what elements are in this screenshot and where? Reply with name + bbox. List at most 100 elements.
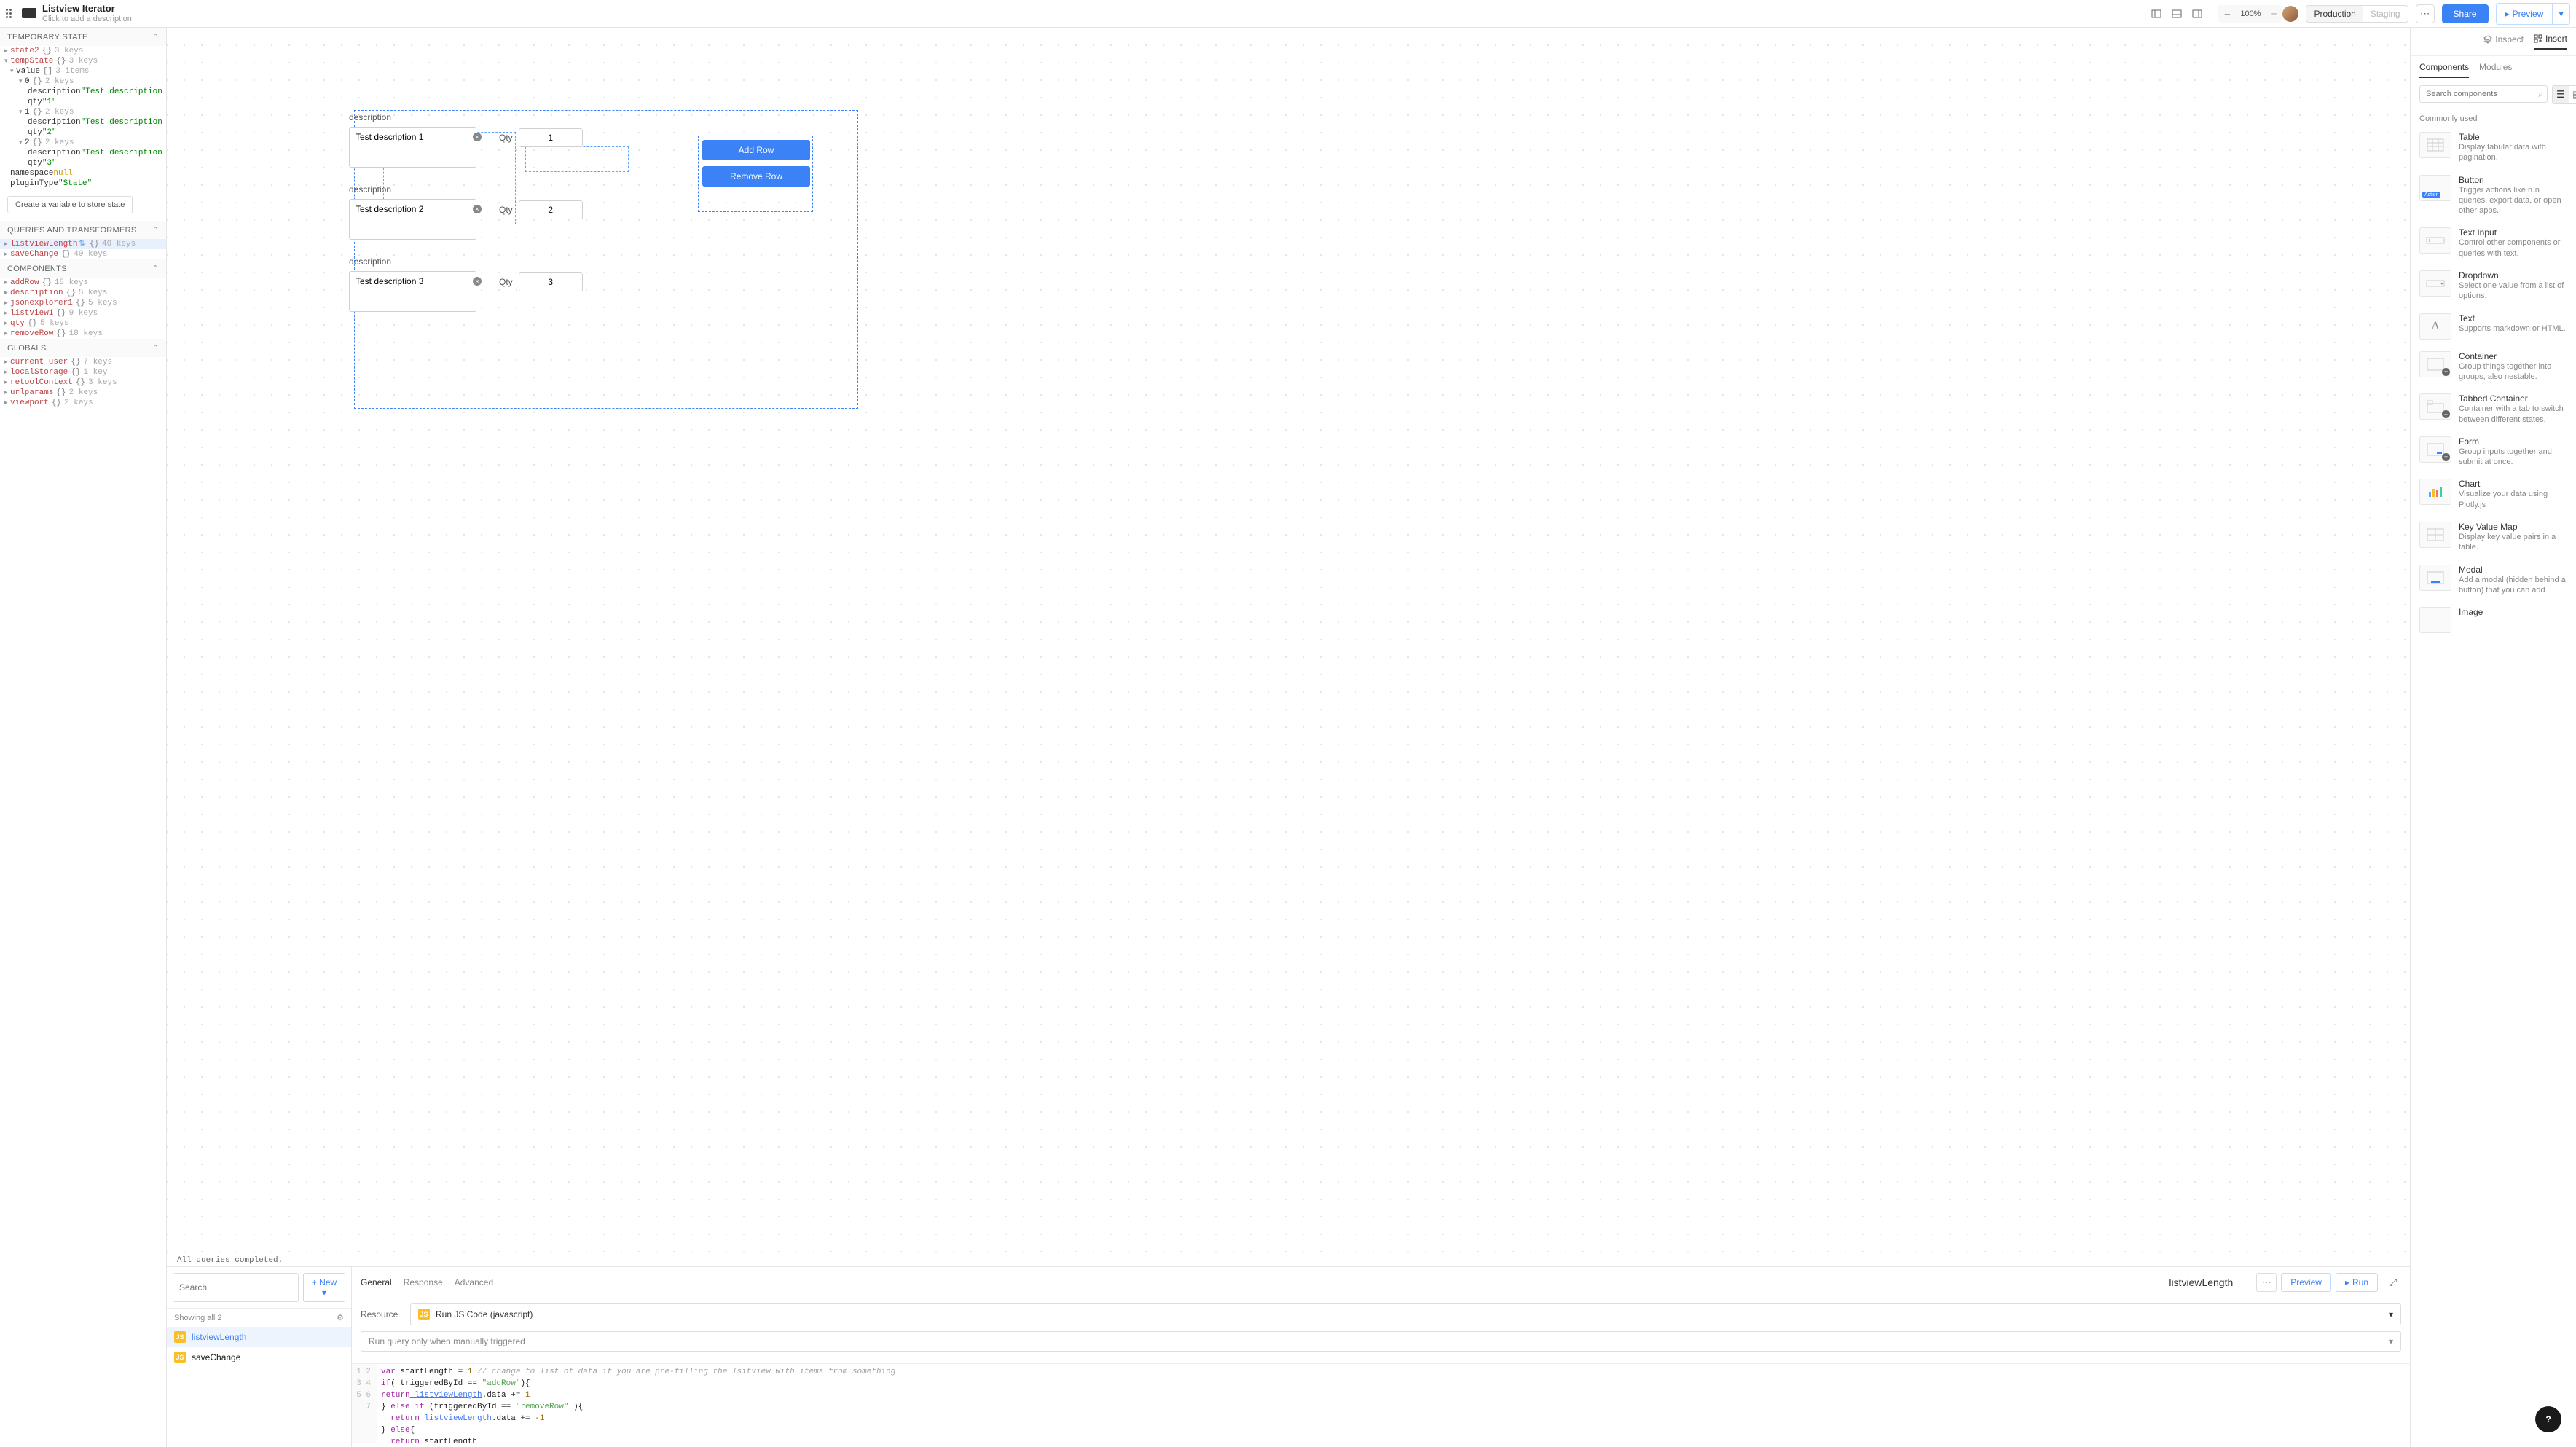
- avatar[interactable]: [2282, 6, 2298, 22]
- tree-leaf[interactable]: qty "3": [0, 158, 166, 168]
- js-badge-icon: JS: [418, 1309, 430, 1320]
- component-button[interactable]: ActionButtonTrigger actions like run que…: [2416, 169, 2570, 222]
- tree-leaf[interactable]: description "Test description 1": [0, 87, 166, 97]
- filter-icon[interactable]: ⚙: [337, 1313, 344, 1322]
- component-container[interactable]: +ContainerGroup things together into gro…: [2416, 345, 2570, 388]
- query-run-button[interactable]: ▸ Run: [2336, 1273, 2378, 1292]
- grid-view-button[interactable]: ▦: [2569, 86, 2576, 103]
- clear-icon[interactable]: ×: [473, 133, 482, 141]
- page-subtitle[interactable]: Click to add a description: [42, 15, 132, 23]
- tree-node-value[interactable]: ▾value[]3 items: [0, 66, 166, 77]
- component-table[interactable]: TableDisplay tabular data with paginatio…: [2416, 126, 2570, 169]
- tree-leaf[interactable]: description "Test description 3": [0, 148, 166, 158]
- tree-leaf-plugintype[interactable]: pluginType "State": [0, 179, 166, 189]
- tree-node-global[interactable]: ▸viewport{}2 keys: [0, 398, 166, 408]
- tree-node-item-2[interactable]: ▾2{}2 keys: [0, 138, 166, 148]
- globals-header[interactable]: GLOBALS⌃: [0, 339, 166, 357]
- drag-handle-icon[interactable]: [6, 8, 16, 18]
- tree-node-listviewlength[interactable]: ▸listviewLength⇅{}40 keys: [0, 239, 166, 249]
- tree-node-comp[interactable]: ▸addRow{}18 keys: [0, 278, 166, 288]
- temporary-state-header[interactable]: TEMPORARY STATE⌃: [0, 28, 166, 46]
- resource-select[interactable]: JSRun JS Code (javascript)▾: [410, 1303, 2401, 1325]
- component-dropdown[interactable]: DropdownSelect one value from a list of …: [2416, 264, 2570, 307]
- zoom-out-button[interactable]: –: [2220, 7, 2234, 21]
- subtab-modules[interactable]: Modules: [2479, 62, 2512, 78]
- line-gutter: 1 2 3 4 5 6 7: [352, 1364, 377, 1443]
- component-image[interactable]: Image: [2416, 601, 2570, 639]
- tree-node-tempstate[interactable]: ▾tempState{}3 keys: [0, 56, 166, 66]
- create-variable-button[interactable]: Create a variable to store state: [7, 196, 133, 213]
- description-input[interactable]: [349, 271, 476, 312]
- remove-row-button[interactable]: Remove Row: [702, 166, 810, 187]
- tree-leaf-namespace[interactable]: namespace null: [0, 168, 166, 179]
- qty-input[interactable]: [519, 128, 583, 147]
- query-search-input[interactable]: [173, 1273, 299, 1302]
- components-header[interactable]: COMPONENTS⌃: [0, 259, 166, 278]
- description-input[interactable]: [349, 199, 476, 240]
- subtab-components[interactable]: Components: [2419, 62, 2469, 78]
- tree-node-global[interactable]: ▸current_user{}7 keys: [0, 357, 166, 367]
- tab-general[interactable]: General: [361, 1276, 392, 1289]
- qty-input[interactable]: [519, 200, 583, 219]
- layout-bottom-icon[interactable]: [2169, 6, 2185, 22]
- list-view-button[interactable]: ☰: [2553, 86, 2569, 103]
- trigger-select[interactable]: Run query only when manually triggered▾: [361, 1331, 2401, 1352]
- qty-input[interactable]: [519, 272, 583, 291]
- share-button[interactable]: Share: [2442, 4, 2489, 23]
- component-tabbed[interactable]: +Tabbed ContainerContainer with a tab to…: [2416, 388, 2570, 431]
- component-chart[interactable]: ChartVisualize your data using Plotly.js: [2416, 473, 2570, 516]
- layout-left-icon[interactable]: [2148, 6, 2164, 22]
- component-kvm[interactable]: Key Value MapDisplay key value pairs in …: [2416, 516, 2570, 559]
- tree-node-global[interactable]: ▸retoolContext{}3 keys: [0, 377, 166, 388]
- tree-node-comp[interactable]: ▸qty{}5 keys: [0, 318, 166, 329]
- clear-icon[interactable]: ×: [473, 205, 482, 213]
- tree-node-item-1[interactable]: ▾1{}2 keys: [0, 107, 166, 117]
- tree-leaf[interactable]: qty "2": [0, 128, 166, 138]
- code-content[interactable]: var startLength = 1 // change to list of…: [377, 1364, 900, 1443]
- code-editor[interactable]: 1 2 3 4 5 6 7 var startLength = 1 // cha…: [352, 1363, 2410, 1443]
- component-form[interactable]: +FormGroup inputs together and submit at…: [2416, 431, 2570, 474]
- tree-node-comp[interactable]: ▸description{}5 keys: [0, 288, 166, 298]
- add-row-button[interactable]: Add Row: [702, 140, 810, 160]
- query-preview-button[interactable]: Preview: [2281, 1273, 2331, 1292]
- tree-node-global[interactable]: ▸localStorage{}1 key: [0, 367, 166, 377]
- queries-panel: + New ▾ Showing all 2⚙ JSlistviewLength …: [167, 1266, 2410, 1447]
- expand-icon[interactable]: ⤢: [2385, 1274, 2401, 1290]
- component-text[interactable]: ATextSupports markdown or HTML.: [2416, 307, 2570, 345]
- tree-node-comp[interactable]: ▸listview1{}9 keys: [0, 308, 166, 318]
- more-menu-button[interactable]: ⋯: [2416, 4, 2435, 23]
- tab-insert[interactable]: Insert: [2534, 34, 2567, 50]
- query-more-button[interactable]: ⋯: [2256, 1273, 2277, 1292]
- listview-container[interactable]: description × Qty description × Qty: [349, 112, 696, 314]
- page-title[interactable]: Listview Iterator: [42, 4, 132, 14]
- component-textinput[interactable]: Text InputControl other components or qu…: [2416, 221, 2570, 264]
- preview-dropdown-button[interactable]: ▾: [2552, 3, 2570, 25]
- tree-node-savechange[interactable]: ▸saveChange{}40 keys: [0, 249, 166, 259]
- clear-icon[interactable]: ×: [473, 277, 482, 286]
- query-item-listviewlength[interactable]: JSlistviewLength: [167, 1327, 351, 1347]
- query-item-savechange[interactable]: JSsaveChange: [167, 1347, 351, 1368]
- env-staging-button[interactable]: Staging: [2363, 6, 2408, 22]
- description-input[interactable]: [349, 127, 476, 168]
- tree-leaf[interactable]: description "Test description 2": [0, 117, 166, 128]
- tab-response[interactable]: Response: [404, 1276, 443, 1289]
- component-search-input[interactable]: [2419, 85, 2548, 103]
- help-button[interactable]: ?: [2535, 1406, 2561, 1432]
- zoom-value: 100%: [2236, 9, 2265, 18]
- layout-right-icon[interactable]: [2189, 6, 2205, 22]
- queries-transformers-header[interactable]: QUERIES AND TRANSFORMERS⌃: [0, 221, 166, 239]
- component-modal[interactable]: ModalAdd a modal (hidden behind a button…: [2416, 559, 2570, 602]
- preview-button[interactable]: ▸ Preview: [2496, 3, 2553, 25]
- tab-advanced[interactable]: Advanced: [455, 1276, 493, 1289]
- tree-node-state2[interactable]: ▸state2{}3 keys: [0, 46, 166, 56]
- zoom-in-button[interactable]: +: [2266, 7, 2281, 21]
- new-query-button[interactable]: + New ▾: [303, 1273, 345, 1302]
- tab-inspect[interactable]: Inspect: [2483, 34, 2524, 50]
- canvas[interactable]: description × Qty description × Qty: [167, 28, 2410, 1266]
- tree-node-item-0[interactable]: ▾0{}2 keys: [0, 77, 166, 87]
- tree-node-comp[interactable]: ▸jsonexplorer1{}5 keys: [0, 298, 166, 308]
- tree-leaf[interactable]: qty "1": [0, 97, 166, 107]
- env-production-button[interactable]: Production: [2306, 6, 2363, 22]
- tree-node-comp[interactable]: ▸removeRow{}18 keys: [0, 329, 166, 339]
- tree-node-global[interactable]: ▸urlparams{}2 keys: [0, 388, 166, 398]
